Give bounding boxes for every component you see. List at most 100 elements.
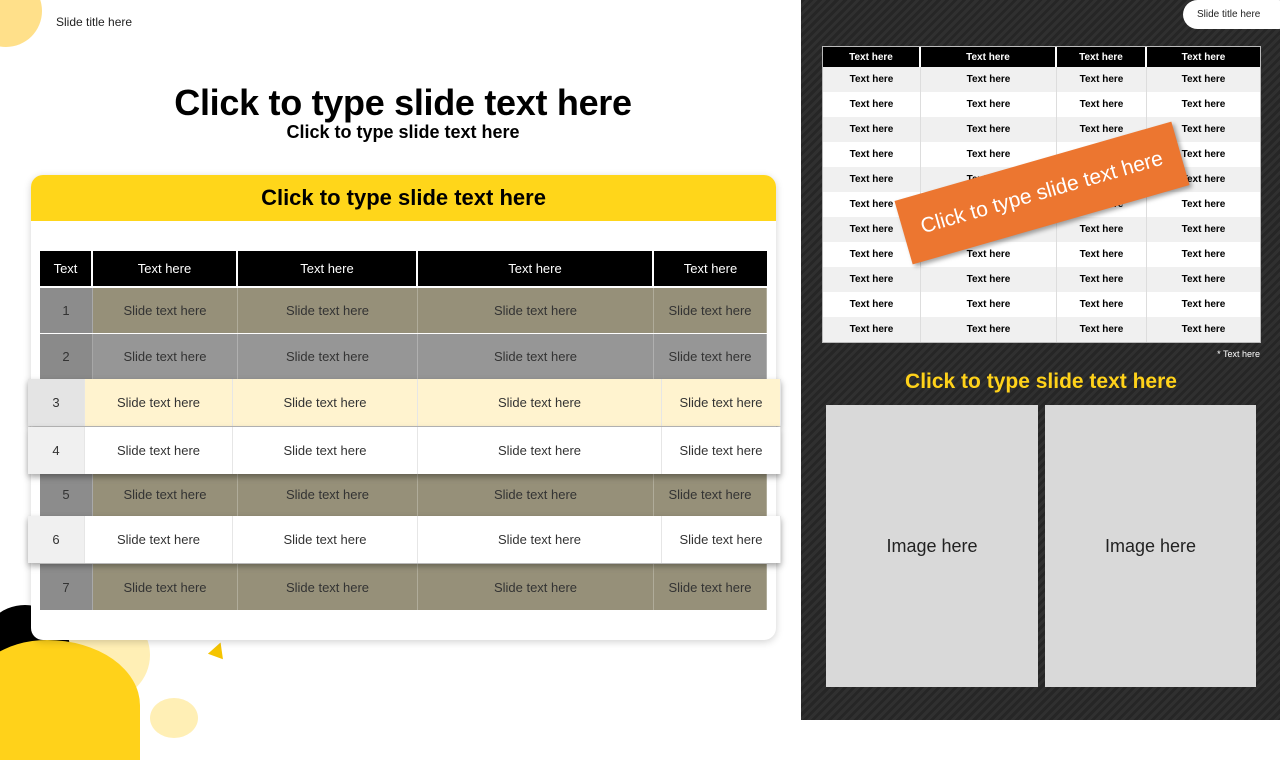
mini-table-cell[interactable]: Text here	[823, 267, 921, 292]
table-cell[interactable]: Slide text here	[93, 473, 238, 516]
column-header[interactable]: Text here	[93, 251, 238, 286]
column-header[interactable]: Text here	[418, 251, 654, 286]
mini-table-cell[interactable]: Text here	[921, 92, 1057, 117]
mini-table-row[interactable]: Text hereText hereText hereText here	[823, 67, 1260, 92]
mini-table-cell[interactable]: Text here	[1057, 317, 1147, 342]
mini-table-cell[interactable]: Text here	[921, 117, 1057, 142]
pill-slide-title[interactable]: Slide title here	[1183, 0, 1280, 29]
table-cell[interactable]: Slide text here	[85, 516, 233, 563]
table-cell[interactable]: Slide text here	[238, 288, 418, 333]
mini-table-cell[interactable]: Text here	[1147, 317, 1260, 342]
mini-table-cell[interactable]: Text here	[1147, 242, 1260, 267]
card-title[interactable]: Click to type slide text here	[31, 175, 776, 221]
table-cell[interactable]: Slide text here	[238, 564, 418, 610]
panel-title[interactable]: Click to type slide text here	[826, 370, 1256, 394]
table-cell[interactable]: Slide text here	[418, 427, 662, 474]
table-cell[interactable]: Slide text here	[93, 288, 238, 333]
mini-table-cell[interactable]: Text here	[823, 292, 921, 317]
table-cell[interactable]: Slide text here	[233, 379, 418, 426]
mini-table-cell[interactable]: Text here	[823, 117, 921, 142]
mini-table-cell[interactable]: Text here	[921, 267, 1057, 292]
row-number: 4	[28, 427, 85, 474]
mini-table-cell[interactable]: Text here	[823, 317, 921, 342]
table-cell[interactable]: Slide text here	[418, 473, 654, 516]
column-header[interactable]: Text	[40, 251, 93, 286]
table-row-highlighted[interactable]: 4 Slide text here Slide text here Slide …	[28, 427, 781, 474]
row-number: 3	[28, 379, 85, 426]
mini-table-cell[interactable]: Text here	[823, 142, 921, 167]
mini-table-cell[interactable]: Text here	[1057, 92, 1147, 117]
row-number: 2	[40, 334, 93, 379]
table-row-highlighted[interactable]: 6 Slide text here Slide text here Slide …	[28, 516, 781, 563]
mini-column-header[interactable]: Text here	[921, 47, 1057, 67]
mini-table-cell[interactable]: Text here	[1057, 242, 1147, 267]
mini-table-row[interactable]: Text hereText hereText hereText here	[823, 317, 1260, 342]
image-placeholder[interactable]: Image here	[826, 405, 1038, 687]
table-row-highlighted[interactable]: 3 Slide text here Slide text here Slide …	[28, 379, 781, 426]
mini-column-header[interactable]: Text here	[1147, 47, 1260, 67]
decor-triangle	[207, 639, 229, 660]
table-cell[interactable]: Slide text here	[418, 564, 654, 610]
footnote[interactable]: * Text here	[1160, 349, 1260, 359]
table-cell[interactable]: Slide text here	[662, 516, 781, 563]
mini-table-cell[interactable]: Text here	[1057, 217, 1147, 242]
table-cell[interactable]: Slide text here	[418, 288, 654, 333]
table-row[interactable]: 1 Slide text here Slide text here Slide …	[40, 288, 767, 333]
table-row[interactable]: 5 Slide text here Slide text here Slide …	[40, 473, 767, 516]
column-header[interactable]: Text here	[238, 251, 418, 286]
table-cell[interactable]: Slide text here	[233, 516, 418, 563]
table-cell[interactable]: Slide text here	[238, 473, 418, 516]
table-cell[interactable]: Slide text here	[662, 379, 781, 426]
row-number: 6	[28, 516, 85, 563]
mini-table-row[interactable]: Text hereText hereText hereText here	[823, 92, 1260, 117]
mini-table-cell[interactable]: Text here	[921, 292, 1057, 317]
decor-blob-small	[150, 698, 198, 738]
table-cell[interactable]: Slide text here	[233, 427, 418, 474]
mini-table-cell[interactable]: Text here	[1147, 292, 1260, 317]
table-cell[interactable]: Slide text here	[85, 379, 233, 426]
column-header[interactable]: Text here	[654, 251, 767, 286]
table-cell[interactable]: Slide text here	[654, 334, 767, 379]
table-cell[interactable]: Slide text here	[418, 334, 654, 379]
mini-table-cell[interactable]: Text here	[1147, 267, 1260, 292]
row-number: 7	[40, 564, 93, 610]
table-cell[interactable]: Slide text here	[93, 564, 238, 610]
mini-table-row[interactable]: Text hereText hereText hereText here	[823, 267, 1260, 292]
table-cell[interactable]: Slide text here	[654, 288, 767, 333]
table-row[interactable]: 7 Slide text here Slide text here Slide …	[40, 564, 767, 610]
mini-table-cell[interactable]: Text here	[921, 317, 1057, 342]
main-subtitle[interactable]: Click to type slide text here	[30, 122, 776, 143]
mini-table-cell[interactable]: Text here	[1147, 217, 1260, 242]
mini-table-cell[interactable]: Text here	[823, 67, 921, 92]
mini-table-cell[interactable]: Text here	[1147, 192, 1260, 217]
mini-table-cell[interactable]: Text here	[1057, 67, 1147, 92]
table-cell[interactable]: Slide text here	[238, 334, 418, 379]
table-cell[interactable]: Slide text here	[662, 427, 781, 474]
mini-table-cell[interactable]: Text here	[823, 167, 921, 192]
table-header: Text Text here Text here Text here Text …	[40, 251, 767, 286]
table-cell[interactable]: Slide text here	[654, 473, 767, 516]
mini-column-header[interactable]: Text here	[823, 47, 921, 67]
image-placeholder[interactable]: Image here	[1045, 405, 1256, 687]
mini-table-row[interactable]: Text hereText hereText hereText here	[823, 117, 1260, 142]
mini-table-cell[interactable]: Text here	[823, 242, 921, 267]
mini-table-cell[interactable]: Text here	[1147, 67, 1260, 92]
table-cell[interactable]: Slide text here	[418, 379, 662, 426]
table-cell[interactable]: Slide text here	[418, 516, 662, 563]
mini-table-cell[interactable]: Text here	[1147, 92, 1260, 117]
main-title[interactable]: Click to type slide text here	[30, 82, 776, 124]
table-cell[interactable]: Slide text here	[654, 564, 767, 610]
table-cell[interactable]: Slide text here	[93, 334, 238, 379]
mini-table-cell[interactable]: Text here	[1057, 267, 1147, 292]
row-number: 1	[40, 288, 93, 333]
mini-table-cell[interactable]: Text here	[921, 67, 1057, 92]
table-cell[interactable]: Slide text here	[85, 427, 233, 474]
table-row[interactable]: 2 Slide text here Slide text here Slide …	[40, 334, 767, 379]
mini-table-row[interactable]: Text hereText hereText hereText here	[823, 292, 1260, 317]
mini-column-header[interactable]: Text here	[1057, 47, 1147, 67]
mini-table-row[interactable]: Text hereText hereText hereText here	[823, 242, 1260, 267]
mini-table-header: Text here Text here Text here Text here	[823, 47, 1260, 67]
mini-table-cell[interactable]: Text here	[823, 92, 921, 117]
slide-title[interactable]: Slide title here	[56, 15, 132, 29]
mini-table-cell[interactable]: Text here	[1057, 292, 1147, 317]
